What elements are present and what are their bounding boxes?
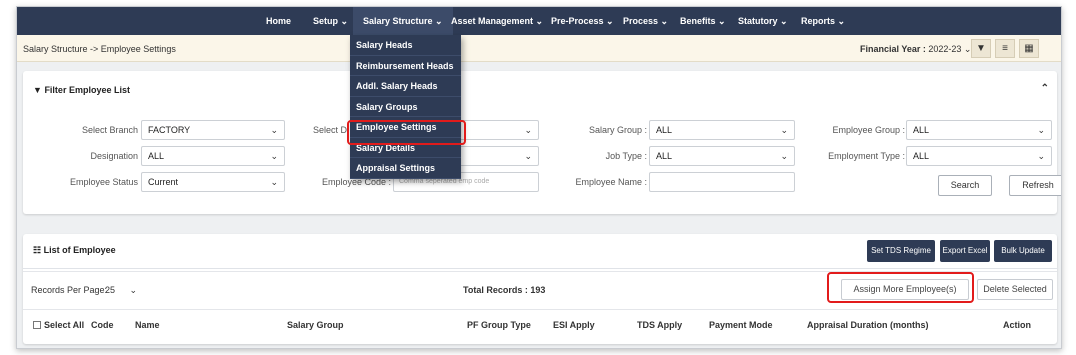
chevron-down-icon: ⌄ xyxy=(780,151,788,161)
search-button[interactable]: Search xyxy=(938,175,992,196)
job-type-dropdown[interactable]: ALL ⌄ xyxy=(649,146,795,166)
export-excel-button[interactable]: Export Excel xyxy=(940,240,990,262)
financial-year-value: 2022-23 ⌄ xyxy=(928,44,972,54)
menu-item-salary-groups[interactable]: Salary Groups xyxy=(350,97,461,117)
nav-setup[interactable]: Setup ⌄ xyxy=(313,7,348,35)
designation-value: ALL xyxy=(148,151,165,161)
menu-icon[interactable]: ≡ xyxy=(995,39,1015,58)
job-type-value: ALL xyxy=(656,151,673,161)
employee-status-dropdown[interactable]: Current ⌄ xyxy=(141,172,285,192)
menu-item-appraisal-settings[interactable]: Appraisal Settings xyxy=(350,158,461,179)
designation-label: Designation : xyxy=(90,151,143,161)
menu-item-reimbursement-heads[interactable]: Reimbursement Heads xyxy=(350,56,461,76)
nav-statutory[interactable]: Statutory ⌄ xyxy=(738,7,788,35)
menu-item-salary-heads[interactable]: Salary Heads xyxy=(350,35,461,56)
chevron-down-icon: ⌄ xyxy=(270,151,278,161)
filter-title: ▼ Filter Employee List xyxy=(33,85,130,95)
salary-group-dropdown[interactable]: ALL ⌄ xyxy=(649,120,795,140)
app-window: Home Setup ⌄ Salary Structure ⌄ Asset Ma… xyxy=(16,6,1062,349)
employee-name-label: Employee Name : xyxy=(575,177,647,187)
employee-status-value: Current xyxy=(148,177,179,187)
column-action: Action xyxy=(1003,320,1031,330)
collapse-icon[interactable]: ⌃ xyxy=(1041,83,1049,94)
list-title-text: List of Employee xyxy=(43,245,116,255)
column-name[interactable]: Name xyxy=(135,320,160,330)
column-salary-group[interactable]: Salary Group xyxy=(287,320,344,330)
chevron-down-icon: ⌄ xyxy=(524,151,532,161)
column-payment-mode[interactable]: Payment Mode xyxy=(709,320,773,330)
column-appraisal-duration[interactable]: Appraisal Duration (months) xyxy=(807,320,929,330)
refresh-button[interactable]: Refresh xyxy=(1009,175,1061,196)
calculator-icon[interactable]: ▦ xyxy=(1019,39,1039,58)
column-pf-group-type[interactable]: PF Group Type xyxy=(467,320,531,330)
employment-type-value: ALL xyxy=(913,151,930,161)
chevron-down-icon: ⌄ xyxy=(129,285,137,295)
bulk-update-button[interactable]: Bulk Update xyxy=(994,240,1052,262)
nav-benefits[interactable]: Benefits ⌄ xyxy=(680,7,726,35)
highlight-employee-settings xyxy=(347,120,466,145)
chevron-down-icon: ⌄ xyxy=(1037,125,1045,135)
employee-name-input[interactable] xyxy=(649,172,795,192)
list-icon: ☷ xyxy=(33,245,42,255)
total-records: Total Records : 193 xyxy=(463,285,546,295)
filter-title-text: Filter Employee List xyxy=(44,85,130,95)
select-all-checkbox[interactable]: Select All xyxy=(33,320,84,330)
checkbox-icon xyxy=(33,321,41,329)
chevron-down-icon: ⌄ xyxy=(524,125,532,135)
filter-icon: ▼ xyxy=(33,85,42,95)
nav-reports[interactable]: Reports ⌄ xyxy=(801,7,845,35)
column-tds-apply[interactable]: TDS Apply xyxy=(637,320,682,330)
set-tds-regime-button[interactable]: Set TDS Regime xyxy=(867,240,935,262)
designation-dropdown[interactable]: ALL ⌄ xyxy=(141,146,285,166)
employee-status-label: Employee Status : xyxy=(69,177,143,187)
table-header: Select All Code Name Salary Group PF Gro… xyxy=(23,309,1057,339)
nav-salary-structure[interactable]: Salary Structure ⌄ xyxy=(353,7,453,35)
records-per-page-label: Records Per Page: xyxy=(31,285,108,295)
select-all-label: Select All xyxy=(44,320,85,330)
salary-structure-menu: Salary Heads Reimbursement Heads Addl. S… xyxy=(350,35,461,179)
list-title: ☷ List of Employee xyxy=(33,245,116,256)
select-branch-dropdown[interactable]: FACTORY ⌄ xyxy=(141,120,285,140)
financial-year-selector[interactable]: Financial Year : 2022-23 ⌄ xyxy=(860,44,971,55)
chevron-down-icon: ⌄ xyxy=(780,125,788,135)
chevron-down-icon: ⌄ xyxy=(270,125,278,135)
records-per-page-value: 25 xyxy=(105,285,116,295)
filter-icon[interactable]: ▼ xyxy=(971,39,991,58)
employee-code-label: Employee Code : xyxy=(321,177,391,187)
chevron-down-icon: ⌄ xyxy=(270,177,278,187)
salary-group-value: ALL xyxy=(656,125,673,135)
select-department-label: Select D xyxy=(313,125,348,135)
nav-asset-management[interactable]: Asset Management ⌄ xyxy=(451,7,543,35)
job-type-label: Job Type : xyxy=(605,151,647,161)
menu-item-addl-salary-heads[interactable]: Addl. Salary Heads xyxy=(350,76,461,97)
nav-process[interactable]: Process ⌄ xyxy=(623,7,668,35)
breadcrumb: Salary Structure -> Employee Settings xyxy=(23,44,176,54)
employee-group-value: ALL xyxy=(913,125,930,135)
chevron-down-icon: ⌄ xyxy=(1037,151,1045,161)
breadcrumb-bar: Salary Structure -> Employee Settings Fi… xyxy=(17,35,1061,62)
employee-group-dropdown[interactable]: ALL ⌄ xyxy=(906,120,1052,140)
column-code[interactable]: Code xyxy=(91,320,114,330)
records-per-page-select[interactable]: 25 ⌄ xyxy=(105,282,137,298)
nav-pre-process[interactable]: Pre-Process ⌄ xyxy=(551,7,614,35)
top-navigation: Home Setup ⌄ Salary Structure ⌄ Asset Ma… xyxy=(17,7,1061,35)
salary-group-label: Salary Group : xyxy=(588,125,647,135)
employment-type-dropdown[interactable]: ALL ⌄ xyxy=(906,146,1052,166)
select-branch-label: Select Branch : xyxy=(81,125,143,135)
filter-panel: ▼ Filter Employee List ⌃ Select Branch :… xyxy=(23,71,1061,214)
select-branch-value: FACTORY xyxy=(148,125,191,135)
highlight-assign-more xyxy=(827,272,974,303)
employee-group-label: Employee Group : xyxy=(832,125,905,135)
financial-year-label: Financial Year : xyxy=(860,44,926,54)
delete-selected-button[interactable]: Delete Selected xyxy=(977,279,1053,300)
column-esi-apply[interactable]: ESI Apply xyxy=(553,320,595,330)
nav-home[interactable]: Home xyxy=(266,7,291,35)
employment-type-label: Employment Type : xyxy=(828,151,905,161)
divider xyxy=(23,268,1057,269)
